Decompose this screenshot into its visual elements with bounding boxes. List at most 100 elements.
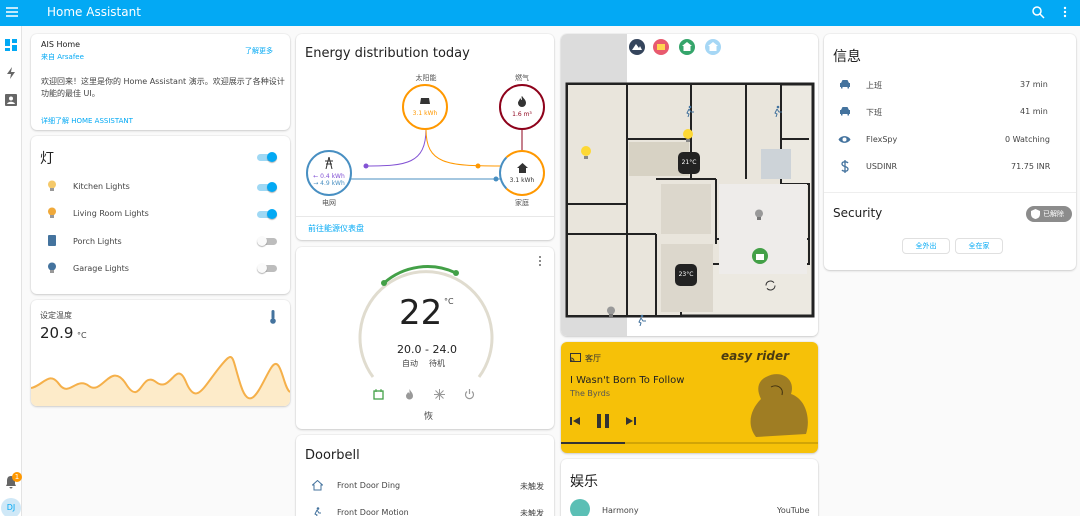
media-player-card: 客厅 I Wasn't Born To Follow The Byrds eas…: [561, 342, 818, 453]
transmission-tower-icon: [325, 156, 333, 170]
home-label: 家庭: [515, 199, 529, 207]
bulb-icon[interactable]: [580, 146, 592, 160]
dashboard-icon[interactable]: [4, 38, 18, 52]
floorplan-card[interactable]: 21°C 23°C: [561, 34, 818, 336]
info-title: 信息: [833, 49, 861, 65]
media-progress-fill: [561, 442, 626, 444]
pause-icon[interactable]: [596, 413, 610, 429]
more-vert-icon[interactable]: [1058, 5, 1072, 19]
power-icon[interactable]: [464, 389, 475, 400]
light-toggle[interactable]: [257, 209, 277, 219]
welcome-link[interactable]: 详细了解 HOME ASSISTANT: [41, 116, 133, 126]
garage-icon[interactable]: [752, 248, 768, 264]
light-toggle[interactable]: [257, 236, 277, 246]
welcome-title: AIS Home: [41, 40, 81, 49]
floorplan-drawing: [561, 34, 818, 336]
user-avatar[interactable]: DJ: [1, 498, 21, 516]
light-name: Living Room Lights: [73, 209, 149, 218]
temperature-label: 设定温度: [40, 311, 72, 320]
notification-badge: 1: [12, 472, 22, 482]
solar-label: 太阳能: [415, 74, 437, 82]
alarm-status-badge[interactable]: 已解除: [1026, 206, 1072, 222]
search-icon[interactable]: [1031, 5, 1045, 19]
tv-icon[interactable]: [653, 39, 669, 55]
gas-node[interactable]: 1.6 m³: [499, 84, 545, 130]
solar-panel-icon: [420, 98, 430, 104]
home-outline-icon[interactable]: [705, 39, 721, 55]
temperature-card[interactable]: 设定温度 20.9 °C: [31, 300, 290, 406]
car-icon: [840, 107, 850, 116]
lights-master-toggle[interactable]: [257, 152, 277, 162]
divider: [824, 192, 1076, 193]
info-row-value: 71.75 INR: [1011, 162, 1051, 171]
grid-node[interactable]: ← 0.4 kWh → 4.9 kWh: [306, 150, 352, 196]
arm-home-button[interactable]: 全在家: [955, 238, 1003, 254]
thermostat-range: 20.0 - 24.0: [397, 343, 457, 356]
security-title: Security: [833, 206, 883, 220]
top-app-bar: Home Assistant: [0, 0, 1080, 26]
menu-icon[interactable]: [5, 5, 19, 19]
temperature-unit: °C: [77, 331, 87, 340]
motion-sensor-icon[interactable]: [772, 105, 784, 117]
doorbell-card: Doorbell Front Door Ding 未触发 Front Door …: [296, 435, 554, 516]
high-setpoint-handle[interactable]: [453, 270, 459, 276]
light-name: Kitchen Lights: [73, 182, 130, 191]
solar-node[interactable]: 3.1 kWh: [402, 84, 448, 130]
fire-icon[interactable]: [405, 389, 414, 400]
bulb-icon: [48, 262, 56, 273]
arm-away-button[interactable]: 全外出: [902, 238, 950, 254]
sync-icon[interactable]: [764, 279, 777, 292]
light-toggle[interactable]: [257, 263, 277, 273]
home-node[interactable]: 3.1 kWh: [499, 150, 545, 196]
person-badge-icon[interactable]: [4, 93, 18, 107]
energy-bolt-icon[interactable]: [4, 66, 18, 80]
album-title: easy rider: [721, 349, 790, 363]
info-card: 信息 上班 37 min 下班 41 min FlexSpy 0 Watchin…: [824, 34, 1076, 270]
energy-dashboard-link[interactable]: 前往能源仪表盘: [308, 223, 364, 234]
snowflake-icon[interactable]: [434, 389, 445, 400]
thermostat-preset[interactable]: 恢: [424, 409, 433, 422]
entertainment-state[interactable]: YouTube: [777, 506, 810, 515]
grid-in-value: ← 0.4 kWh: [313, 173, 345, 180]
home-security-icon[interactable]: [679, 39, 695, 55]
mountain-icon[interactable]: [629, 39, 645, 55]
temperature-value: 20.9: [40, 324, 74, 342]
doorbell-row-name: Front Door Motion: [337, 508, 409, 516]
doorbell-row-state: 未触发: [520, 509, 544, 516]
calendar-sync-icon[interactable]: [373, 389, 384, 400]
bulb-icon[interactable]: [606, 306, 616, 318]
low-setpoint-handle[interactable]: [381, 280, 387, 286]
learn-more-action[interactable]: 了解更多: [245, 46, 273, 56]
media-progress-track[interactable]: [561, 442, 818, 444]
lights-card: 灯 Kitchen Lights Living Room Lights Porc…: [31, 136, 290, 294]
fire-icon: [518, 96, 526, 107]
energy-flow-lines: [341, 128, 523, 182]
doorbell-row-name: Front Door Ding: [337, 481, 401, 490]
bulb-icon[interactable]: [754, 209, 764, 221]
dollar-icon: [841, 160, 849, 173]
thermostat-badge[interactable]: 21°C: [678, 152, 700, 174]
skip-next-icon[interactable]: [626, 416, 636, 426]
light-toggle[interactable]: [257, 182, 277, 192]
entertainment-title: 娱乐: [570, 474, 598, 490]
light-name: Garage Lights: [73, 264, 129, 273]
app-title: Home Assistant: [47, 5, 141, 19]
lights-title: 灯: [40, 151, 54, 167]
car-icon: [840, 80, 850, 89]
motion-sensor-icon[interactable]: [684, 105, 696, 117]
sidebar: 1 DJ: [0, 26, 22, 516]
bulb-icon: [48, 207, 56, 218]
welcome-card: AIS Home 来自 Arsafee 了解更多 欢迎回来！这里是你的 Home…: [31, 34, 290, 130]
media-track: I Wasn't Born To Follow: [570, 375, 685, 386]
entertainment-item[interactable]: Harmony: [602, 506, 639, 515]
bulb-icon[interactable]: [682, 129, 694, 143]
motion-sensor-icon[interactable]: [636, 314, 648, 326]
more-vert-icon[interactable]: [536, 255, 544, 267]
info-row-name: USDINR: [866, 162, 897, 171]
skip-previous-icon[interactable]: [570, 416, 580, 426]
welcome-body: 欢迎回来！这里是你的 Home Assistant 演示。欢迎展示了各种设计功能…: [41, 77, 285, 98]
solar-value: 3.1 kWh: [412, 110, 438, 117]
thermostat-card: 22 °C 20.0 - 24.0 自动 待机 恢: [296, 247, 554, 429]
thermostat-badge[interactable]: 23°C: [675, 264, 697, 286]
welcome-subtitle[interactable]: 来自 Arsafee: [41, 52, 84, 62]
